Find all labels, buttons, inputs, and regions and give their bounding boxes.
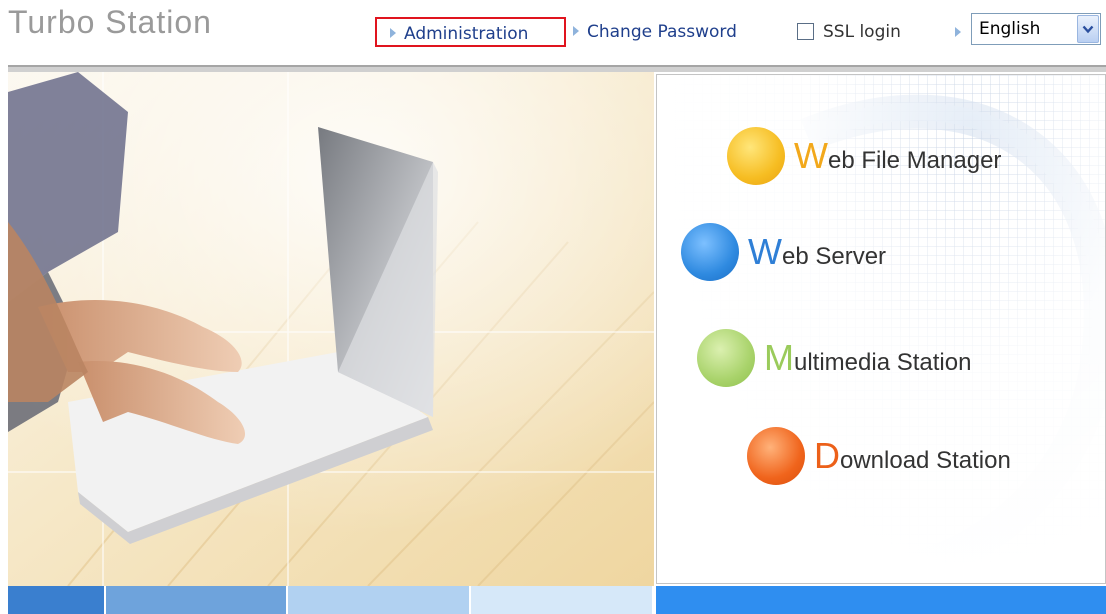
blue-orb-icon (681, 223, 739, 281)
chevron-down-icon (1082, 25, 1094, 33)
orange-orb-icon (747, 427, 805, 485)
web-server-text: eb Server (781, 243, 887, 270)
top-navigation: Administration Change Password SSL login… (0, 0, 1106, 64)
bar-segment (106, 586, 286, 614)
bar-segment (8, 586, 104, 614)
laptop-photo-illustration (8, 72, 654, 586)
bar-segment (288, 586, 469, 614)
language-select[interactable]: English (971, 13, 1101, 45)
download-station-link[interactable]: Download Station (747, 427, 1011, 485)
web-file-manager-label: Web File Manager (794, 135, 1001, 177)
arrow-right-icon (955, 27, 961, 37)
bottom-color-bar (0, 586, 1106, 614)
ssl-login-option[interactable]: SSL login (797, 17, 901, 47)
web-file-manager-text: eb File Manager (827, 147, 1002, 174)
ssl-login-checkbox[interactable] (797, 23, 814, 40)
web-server-link[interactable]: Web Server (681, 223, 886, 281)
header-divider (8, 65, 1106, 72)
hero-image (8, 72, 654, 586)
bar-segment (471, 586, 652, 614)
web-server-initial: W (748, 231, 782, 272)
administration-label: Administration (404, 24, 529, 44)
web-file-manager-link[interactable]: Web File Manager (727, 127, 1001, 185)
bar-segment (656, 586, 1106, 614)
multimedia-station-text: ultimedia Station (794, 349, 972, 376)
download-station-label: Download Station (814, 435, 1011, 477)
administration-link[interactable]: Administration (375, 17, 566, 47)
station-menu-panel: Web File Manager Web Server Multimedia S… (656, 74, 1106, 584)
change-password-label: Change Password (587, 22, 737, 42)
download-station-initial: D (814, 435, 840, 476)
green-orb-icon (697, 329, 755, 387)
multimedia-station-link[interactable]: Multimedia Station (697, 329, 971, 387)
language-selected-value: English (979, 19, 1041, 39)
ssl-login-label: SSL login (823, 22, 901, 42)
web-file-manager-initial: W (794, 135, 828, 176)
download-station-text: ownload Station (840, 447, 1011, 474)
arrow-right-icon (573, 26, 579, 36)
change-password-link[interactable]: Change Password (571, 17, 737, 47)
multimedia-station-initial: M (764, 337, 794, 378)
yellow-orb-icon (727, 127, 785, 185)
dropdown-button[interactable] (1077, 15, 1099, 43)
web-server-label: Web Server (748, 231, 886, 273)
arrow-right-icon (390, 28, 396, 38)
multimedia-station-label: Multimedia Station (764, 337, 971, 379)
